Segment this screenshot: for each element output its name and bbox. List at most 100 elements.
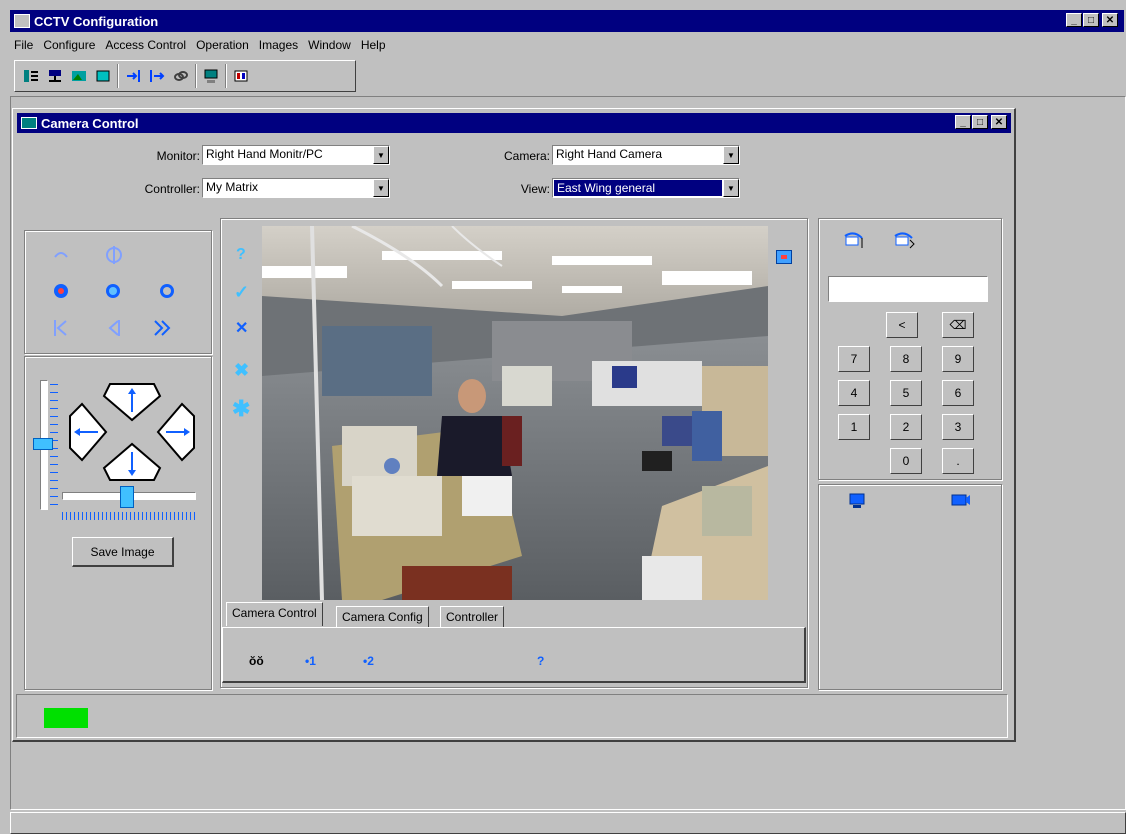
key-2[interactable]: 2 [890,414,922,440]
camera-config-icon[interactable] [231,66,251,86]
arrow-up-button[interactable] [102,383,162,422]
tab-camera-config[interactable]: Camera Config [336,606,429,628]
focus-far-icon[interactable] [158,282,176,303]
chevron-down-icon[interactable]: ▼ [723,179,739,197]
network-icon[interactable] [45,66,65,86]
tab-controller-label: Controller [446,610,499,624]
app-icon [14,14,30,28]
tab-controller[interactable]: Controller [440,606,505,628]
arrow-left-button[interactable] [69,402,108,462]
camera-label: Camera: [503,149,550,163]
menu-window[interactable]: Window [308,38,351,56]
step-out-icon[interactable] [147,66,167,86]
key-backspace[interactable]: < [886,312,918,338]
help-icon[interactable]: ? [236,246,246,264]
status-bar [16,694,1008,738]
view-value: East Wing general [554,180,722,196]
speed-slider-thumb[interactable] [120,486,134,508]
focus-near-icon[interactable] [52,282,70,303]
zoom-slider-thumb[interactable] [33,438,53,450]
camera-video-feed [262,226,768,600]
output-panel [818,484,1002,690]
tab-camera-config-label: Camera Config [342,610,423,624]
child-minimize-button[interactable]: _ [955,115,971,129]
menu-help[interactable]: Help [361,38,386,56]
view-label: View: [520,182,550,196]
step-in-icon[interactable] [123,66,143,86]
arrow-down-button[interactable] [102,442,162,481]
chevron-down-icon[interactable]: ▼ [373,179,389,197]
monitor-label: Monitor: [156,149,200,163]
controller-select[interactable]: My Matrix ▼ [202,178,390,198]
chevron-down-icon[interactable]: ▼ [723,146,739,164]
link-icon[interactable] [171,66,191,86]
delete-icon[interactable]: ✖ [234,360,249,381]
preset-2-button[interactable]: •2 [363,654,374,668]
camera-select[interactable]: Right Hand Camera ▼ [552,145,740,165]
monitor-value: Right Hand Monitr/PC [206,147,323,161]
menu-configure[interactable]: Configure [43,38,95,56]
iris-open-icon[interactable] [152,318,176,341]
tab-camera-control[interactable]: Camera Control [226,602,323,626]
iris-icon[interactable] [104,318,122,341]
check-icon[interactable]: ✓ [234,282,249,303]
save-image-label: Save Image [90,544,155,559]
computer-icon[interactable] [201,66,221,86]
iris-close-icon[interactable] [52,318,70,341]
view-select[interactable]: East Wing general ▼ [552,178,740,198]
menu-file[interactable]: File [14,38,33,56]
key-1[interactable]: 1 [838,414,870,440]
camera-icon[interactable] [950,492,972,511]
arrow-right-button[interactable] [156,402,195,462]
key-0[interactable]: 0 [890,448,922,474]
snapshot-icon[interactable] [776,250,792,264]
child-maximize-button[interactable]: □ [972,115,988,129]
chevron-down-icon[interactable]: ▼ [373,146,389,164]
minimize-button[interactable]: _ [1066,13,1082,27]
preset-1-button[interactable]: •1 [305,654,316,668]
controller-value: My Matrix [206,180,258,194]
camera-previous-icon[interactable] [842,230,866,253]
menu-bar: File Configure Access Control Operation … [14,38,396,56]
controller-label: Controller: [144,182,200,196]
menu-operation[interactable]: Operation [196,38,249,56]
key-3[interactable]: 3 [942,414,974,440]
window-icon [21,117,37,129]
tree-icon[interactable] [21,66,41,86]
maximize-button[interactable]: □ [1083,13,1099,27]
app-title: CCTV Configuration [34,13,159,29]
keypad-display[interactable] [828,276,988,302]
tab-content: ŏŏ •1 •2 ? [222,627,806,683]
key-6[interactable]: 6 [942,380,974,406]
cancel-icon[interactable]: ✕ [235,318,248,338]
focus-icon[interactable] [104,282,122,303]
image-icon[interactable] [69,66,89,86]
camera-next-icon[interactable] [892,230,916,253]
key-8[interactable]: 8 [890,346,922,372]
key-clear[interactable]: ⌫ [942,312,974,338]
menu-access-control[interactable]: Access Control [105,38,186,56]
monitor-icon[interactable] [848,492,866,513]
tilt-icon[interactable] [104,245,124,268]
status-led [44,708,88,728]
child-close-button[interactable]: ✕ [991,115,1007,129]
key-4[interactable]: 4 [838,380,870,406]
key-9[interactable]: 9 [942,346,974,372]
camera-control-title: Camera Control [41,115,139,131]
control-icon[interactable]: ŏŏ [249,654,264,668]
save-image-button[interactable]: Save Image [72,537,174,567]
speed-slider-ticks [62,512,196,520]
app-status-bar [10,812,1126,834]
direction-pad [69,383,195,481]
toolbar [14,60,356,92]
auto-pan-icon[interactable] [52,247,70,266]
monitor-icon[interactable] [93,66,113,86]
menu-images[interactable]: Images [259,38,298,56]
reset-icon[interactable]: ✱ [232,396,250,422]
close-button[interactable]: ✕ [1102,13,1118,27]
key-7[interactable]: 7 [838,346,870,372]
key-dot[interactable]: . [942,448,974,474]
key-5[interactable]: 5 [890,380,922,406]
help-icon[interactable]: ? [537,654,544,668]
monitor-select[interactable]: Right Hand Monitr/PC ▼ [202,145,390,165]
